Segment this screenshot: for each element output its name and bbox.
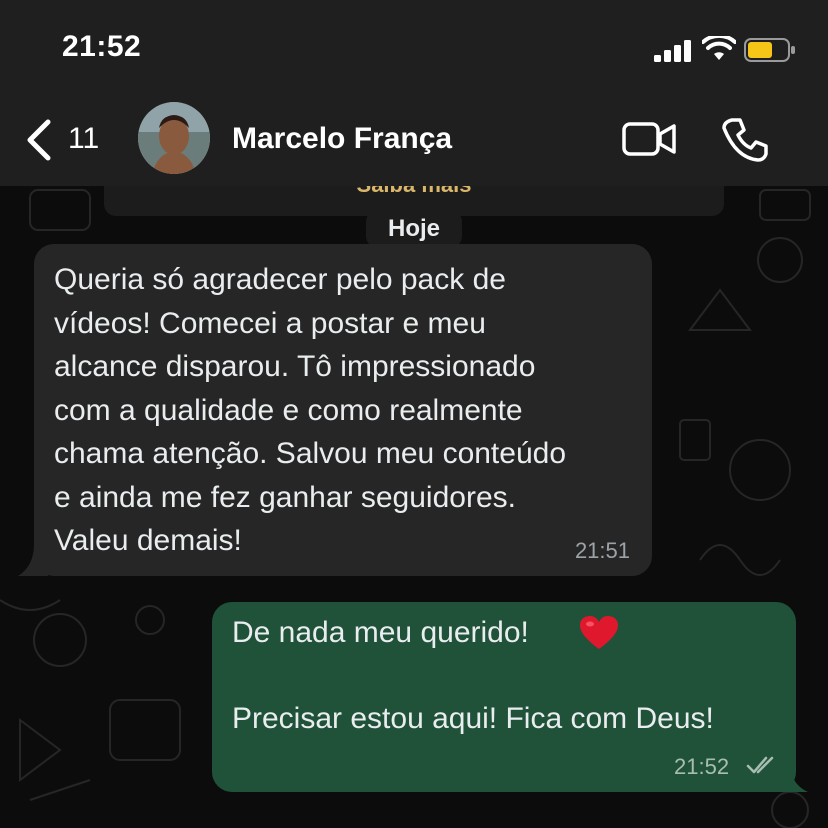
double-check-read-icon: [746, 756, 774, 774]
wifi-icon: [702, 36, 736, 60]
battery-icon: [744, 38, 795, 62]
outgoing-message-time: 21:52: [674, 754, 730, 779]
phone-call-icon[interactable]: [722, 116, 768, 162]
status-time: 21:52: [62, 30, 142, 63]
incoming-message-time: 21:51: [574, 538, 630, 563]
contact-avatar[interactable]: [138, 102, 210, 174]
red-heart-emoji-icon: [580, 616, 618, 649]
outgoing-message-bubble[interactable]: De nada meu querido! Precisar estou aqui…: [212, 602, 796, 792]
back-chevron-icon[interactable]: [22, 118, 56, 162]
chat-header: 21:52 11 Marcelo França: [0, 0, 828, 186]
incoming-message-text: Queria só agradecer pelo pack de vídeos!…: [54, 263, 567, 557]
unread-count[interactable]: 11: [68, 122, 99, 156]
date-divider: Hoje: [366, 210, 462, 248]
contact-name[interactable]: Marcelo França: [232, 122, 452, 156]
cellular-signal-icon: [654, 40, 691, 62]
incoming-message-bubble[interactable]: Queria só agradecer pelo pack de vídeos!…: [34, 244, 652, 576]
outgoing-message-line-2: Precisar estou aqui! Fica com Deus!: [232, 702, 714, 735]
video-call-icon[interactable]: [622, 120, 676, 158]
outgoing-message-line-1: De nada meu querido!: [232, 616, 529, 649]
